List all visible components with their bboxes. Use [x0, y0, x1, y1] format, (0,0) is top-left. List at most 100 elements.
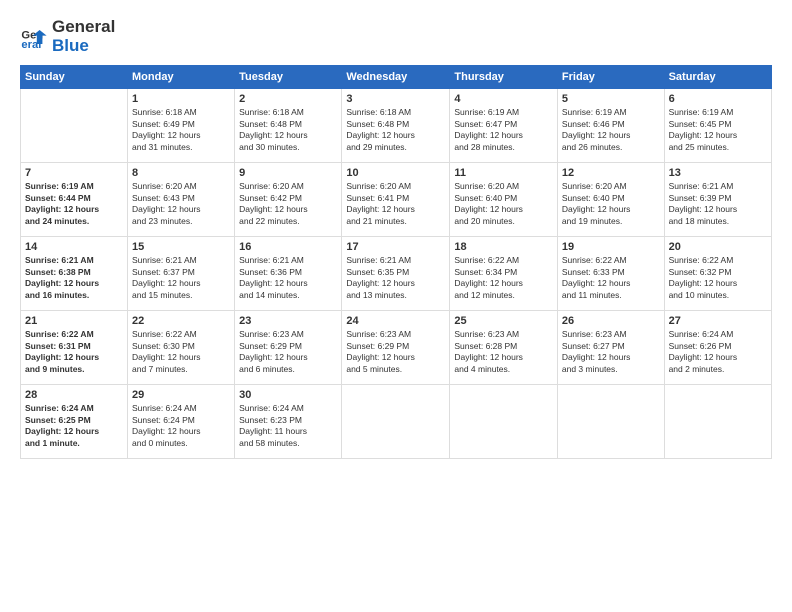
- day-info: Sunrise: 6:20 AM Sunset: 6:40 PM Dayligh…: [454, 181, 553, 227]
- day-info: Sunrise: 6:23 AM Sunset: 6:29 PM Dayligh…: [239, 329, 337, 375]
- col-header-wednesday: Wednesday: [342, 66, 450, 89]
- day-info: Sunrise: 6:20 AM Sunset: 6:42 PM Dayligh…: [239, 181, 337, 227]
- day-number: 29: [132, 389, 230, 401]
- day-number: 20: [669, 241, 767, 253]
- day-info: Sunrise: 6:23 AM Sunset: 6:27 PM Dayligh…: [562, 329, 660, 375]
- calendar-table: SundayMondayTuesdayWednesdayThursdayFrid…: [20, 65, 772, 459]
- day-number: 28: [25, 389, 123, 401]
- day-info: Sunrise: 6:18 AM Sunset: 6:49 PM Dayligh…: [132, 107, 230, 153]
- day-number: 7: [25, 167, 123, 179]
- calendar-cell: 6 Sunrise: 6:19 AM Sunset: 6:45 PM Daylig…: [664, 89, 771, 163]
- day-number: 14: [25, 241, 123, 253]
- day-info: Sunrise: 6:20 AM Sunset: 6:43 PM Dayligh…: [132, 181, 230, 227]
- day-info: Sunrise: 6:22 AM Sunset: 6:33 PM Dayligh…: [562, 255, 660, 301]
- col-header-monday: Monday: [128, 66, 235, 89]
- day-number: 11: [454, 167, 553, 179]
- calendar-cell: [450, 385, 558, 459]
- day-info: Sunrise: 6:19 AM Sunset: 6:46 PM Dayligh…: [562, 107, 660, 153]
- calendar-cell: 7 Sunrise: 6:19 AM Sunset: 6:44 PM Daylig…: [21, 163, 128, 237]
- calendar-cell: 8 Sunrise: 6:20 AM Sunset: 6:43 PM Daylig…: [128, 163, 235, 237]
- calendar-cell: 1Sunrise: 6:18 AM Sunset: 6:49 PM Daylig…: [128, 89, 235, 163]
- day-info: Sunrise: 6:20 AM Sunset: 6:40 PM Dayligh…: [562, 181, 660, 227]
- day-number: 9: [239, 167, 337, 179]
- day-info: Sunrise: 6:24 AM Sunset: 6:23 PM Dayligh…: [239, 403, 337, 449]
- calendar-row-2: 14 Sunrise: 6:21 AM Sunset: 6:38 PM Dayli…: [21, 237, 772, 311]
- col-header-thursday: Thursday: [450, 66, 558, 89]
- calendar-cell: 5 Sunrise: 6:19 AM Sunset: 6:46 PM Daylig…: [557, 89, 664, 163]
- day-info: Sunrise: 6:22 AM Sunset: 6:31 PM Dayligh…: [25, 329, 123, 375]
- day-number: 16: [239, 241, 337, 253]
- day-info: Sunrise: 6:19 AM Sunset: 6:47 PM Dayligh…: [454, 107, 553, 153]
- day-number: 26: [562, 315, 660, 327]
- calendar-cell: 3 Sunrise: 6:18 AM Sunset: 6:48 PM Daylig…: [342, 89, 450, 163]
- day-info: Sunrise: 6:23 AM Sunset: 6:29 PM Dayligh…: [346, 329, 445, 375]
- day-info: Sunrise: 6:21 AM Sunset: 6:38 PM Dayligh…: [25, 255, 123, 301]
- day-info: Sunrise: 6:18 AM Sunset: 6:48 PM Dayligh…: [346, 107, 445, 153]
- calendar-cell: 24 Sunrise: 6:23 AM Sunset: 6:29 PM Dayli…: [342, 311, 450, 385]
- day-number: 25: [454, 315, 553, 327]
- calendar-cell: [557, 385, 664, 459]
- day-info: Sunrise: 6:19 AM Sunset: 6:44 PM Dayligh…: [25, 181, 123, 227]
- calendar-row-1: 7 Sunrise: 6:19 AM Sunset: 6:44 PM Daylig…: [21, 163, 772, 237]
- calendar-cell: [664, 385, 771, 459]
- calendar-cell: 4 Sunrise: 6:19 AM Sunset: 6:47 PM Daylig…: [450, 89, 558, 163]
- day-number: 5: [562, 93, 660, 105]
- calendar-cell: 30 Sunrise: 6:24 AM Sunset: 6:23 PM Dayli…: [235, 385, 342, 459]
- col-header-sunday: Sunday: [21, 66, 128, 89]
- calendar-cell: 26 Sunrise: 6:23 AM Sunset: 6:27 PM Dayli…: [557, 311, 664, 385]
- day-number: 21: [25, 315, 123, 327]
- day-info: Sunrise: 6:24 AM Sunset: 6:25 PM Dayligh…: [25, 403, 123, 449]
- calendar-cell: 14 Sunrise: 6:21 AM Sunset: 6:38 PM Dayli…: [21, 237, 128, 311]
- day-number: 24: [346, 315, 445, 327]
- calendar-cell: 15Sunrise: 6:21 AM Sunset: 6:37 PM Dayli…: [128, 237, 235, 311]
- calendar-cell: [21, 89, 128, 163]
- calendar-cell: 10 Sunrise: 6:20 AM Sunset: 6:41 PM Dayli…: [342, 163, 450, 237]
- day-number: 10: [346, 167, 445, 179]
- day-info: Sunrise: 6:20 AM Sunset: 6:41 PM Dayligh…: [346, 181, 445, 227]
- calendar-cell: 21 Sunrise: 6:22 AM Sunset: 6:31 PM Dayli…: [21, 311, 128, 385]
- logo-icon: Gen eral: [20, 23, 48, 51]
- day-info: Sunrise: 6:21 AM Sunset: 6:36 PM Dayligh…: [239, 255, 337, 301]
- calendar-cell: 23 Sunrise: 6:23 AM Sunset: 6:29 PM Dayli…: [235, 311, 342, 385]
- day-number: 17: [346, 241, 445, 253]
- calendar-cell: 25 Sunrise: 6:23 AM Sunset: 6:28 PM Dayli…: [450, 311, 558, 385]
- calendar-cell: 17 Sunrise: 6:21 AM Sunset: 6:35 PM Dayli…: [342, 237, 450, 311]
- calendar-cell: 12 Sunrise: 6:20 AM Sunset: 6:40 PM Dayli…: [557, 163, 664, 237]
- calendar-cell: 13 Sunrise: 6:21 AM Sunset: 6:39 PM Dayli…: [664, 163, 771, 237]
- day-info: Sunrise: 6:22 AM Sunset: 6:34 PM Dayligh…: [454, 255, 553, 301]
- day-number: 6: [669, 93, 767, 105]
- day-number: 23: [239, 315, 337, 327]
- calendar-cell: 19Sunrise: 6:22 AM Sunset: 6:33 PM Dayli…: [557, 237, 664, 311]
- calendar-row-3: 21 Sunrise: 6:22 AM Sunset: 6:31 PM Dayli…: [21, 311, 772, 385]
- logo: Gen eral General Blue: [20, 18, 115, 55]
- day-info: Sunrise: 6:23 AM Sunset: 6:28 PM Dayligh…: [454, 329, 553, 375]
- calendar-cell: 2Sunrise: 6:18 AM Sunset: 6:48 PM Daylig…: [235, 89, 342, 163]
- day-number: 15: [132, 241, 230, 253]
- logo-text: General Blue: [52, 18, 115, 55]
- day-number: 12: [562, 167, 660, 179]
- day-info: Sunrise: 6:18 AM Sunset: 6:48 PM Dayligh…: [239, 107, 337, 153]
- day-number: 22: [132, 315, 230, 327]
- day-number: 30: [239, 389, 337, 401]
- calendar-cell: 11 Sunrise: 6:20 AM Sunset: 6:40 PM Dayli…: [450, 163, 558, 237]
- day-number: 8: [132, 167, 230, 179]
- col-header-saturday: Saturday: [664, 66, 771, 89]
- day-info: Sunrise: 6:21 AM Sunset: 6:39 PM Dayligh…: [669, 181, 767, 227]
- calendar-cell: 28 Sunrise: 6:24 AM Sunset: 6:25 PM Dayli…: [21, 385, 128, 459]
- day-number: 4: [454, 93, 553, 105]
- page: Gen eral General Blue SundayMondayTuesda…: [0, 0, 792, 612]
- col-header-tuesday: Tuesday: [235, 66, 342, 89]
- day-number: 3: [346, 93, 445, 105]
- day-number: 13: [669, 167, 767, 179]
- day-info: Sunrise: 6:19 AM Sunset: 6:45 PM Dayligh…: [669, 107, 767, 153]
- calendar-cell: 29 Sunrise: 6:24 AM Sunset: 6:24 PM Dayli…: [128, 385, 235, 459]
- calendar-cell: 22Sunrise: 6:22 AM Sunset: 6:30 PM Dayli…: [128, 311, 235, 385]
- day-info: Sunrise: 6:22 AM Sunset: 6:32 PM Dayligh…: [669, 255, 767, 301]
- day-info: Sunrise: 6:21 AM Sunset: 6:35 PM Dayligh…: [346, 255, 445, 301]
- calendar-cell: 9 Sunrise: 6:20 AM Sunset: 6:42 PM Daylig…: [235, 163, 342, 237]
- day-number: 27: [669, 315, 767, 327]
- day-number: 18: [454, 241, 553, 253]
- calendar-row-4: 28 Sunrise: 6:24 AM Sunset: 6:25 PM Dayli…: [21, 385, 772, 459]
- header: Gen eral General Blue: [20, 18, 772, 55]
- day-info: Sunrise: 6:24 AM Sunset: 6:24 PM Dayligh…: [132, 403, 230, 449]
